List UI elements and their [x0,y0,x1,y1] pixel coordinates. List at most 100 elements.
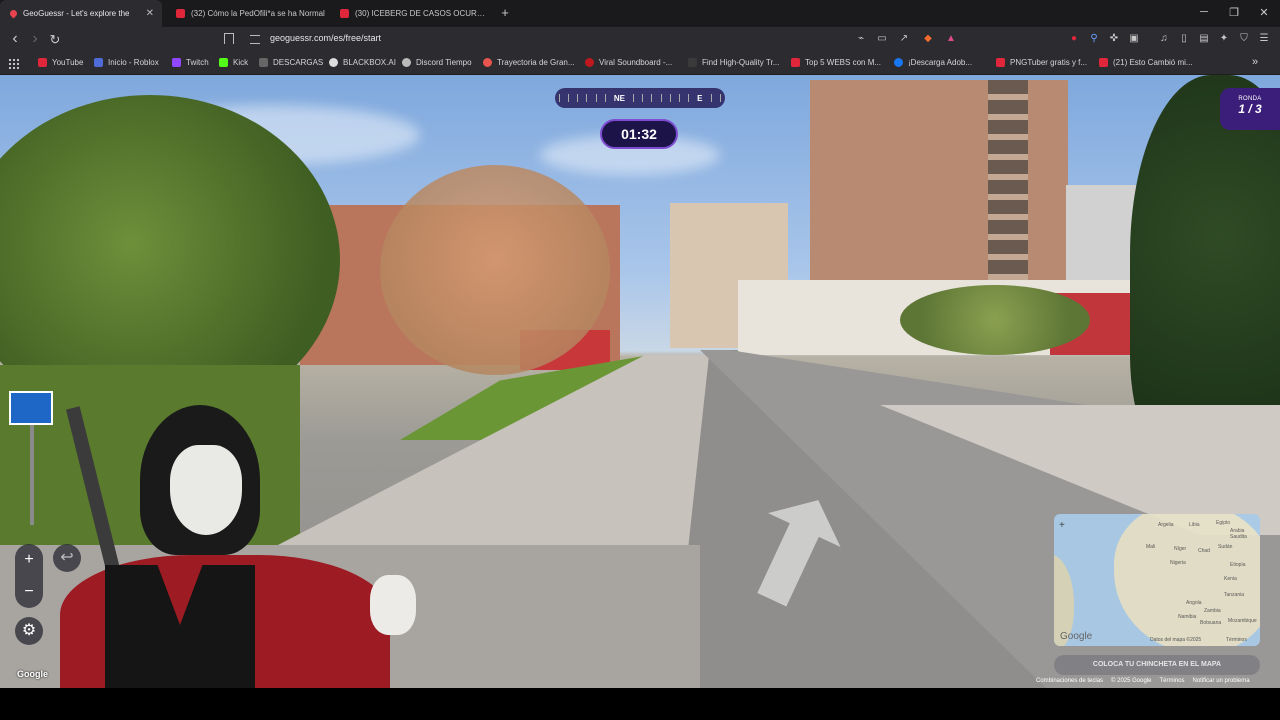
youtube-icon [1099,58,1108,67]
bookmark-kick[interactable]: Kick [219,58,248,67]
bookmark-roblox[interactable]: Inicio - Roblox [94,58,159,67]
map-label: Namibia [1178,614,1197,620]
terms-link[interactable]: Términos [1160,678,1185,684]
bookmark-esto-cambio[interactable]: (21) Esto Cambió mi... [1099,58,1193,67]
youtube-icon [38,58,47,67]
settings-button[interactable]: ⚙ [15,617,43,645]
zoom-out-button[interactable]: − [15,576,43,608]
zoom-controls: + − [15,544,43,608]
brave-shield-icon[interactable]: ◆ [922,33,934,45]
vpn-shield-icon[interactable]: ⛉ [1238,33,1250,45]
round-value: 1 / 3 [1238,102,1262,116]
bookmark-blackbox[interactable]: BLACKBOX.AI [329,58,396,67]
undo-move-button[interactable]: ↩ [53,544,81,572]
share-icon[interactable]: ↗ [898,33,910,45]
close-window-button[interactable]: ✕ [1257,6,1271,19]
youtube-icon [340,9,349,18]
menu-icon[interactable]: ☰ [1258,33,1270,45]
compass-tick [688,94,690,102]
compass-tick [678,94,680,102]
guess-minimap[interactable]: Argelia Libia Egipto Arabia Saudita Mali… [1054,514,1260,646]
bookmark-label: BLACKBOX.AI [343,58,396,67]
site-icon [688,58,697,67]
bookmark-adobe[interactable]: ¡Descarga Adob... [894,58,972,67]
map-label: Nigeria [1170,560,1186,566]
bookmark-label: Kick [233,58,249,67]
minimize-button[interactable]: ─ [1197,6,1211,18]
bookmark-soundboard[interactable]: Viral Soundboard -... [585,58,672,67]
geoguessr-pin-icon [8,8,19,19]
bookmark-discord[interactable]: Discord Tiempo [402,58,472,67]
bookmark-label: (21) Esto Cambió mi... [1113,58,1193,67]
kick-icon [219,58,228,67]
extensions-puzzle-icon[interactable]: ✜ [1108,33,1120,45]
compass-tick [568,94,570,102]
minimap-google-logo: Google [1060,631,1093,642]
reload-button[interactable]: ↻ [47,32,63,48]
bottom-black-bar [0,688,1280,720]
site-icon [483,58,492,67]
map-label: Zambia [1204,608,1221,614]
leo-ai-icon[interactable]: ✦ [1218,33,1230,45]
roblox-icon [94,58,103,67]
pedestrian-crossing-sign [9,391,53,425]
sign-pole [30,425,34,525]
youtube-icon [176,9,185,18]
streamer-avatar-overlay [60,405,416,688]
compass-tick [633,94,635,102]
map-label: Tanzania [1224,592,1245,598]
tab-geoguessr[interactable]: GeoGuessr - Let's explore the ✕ [0,0,162,27]
report-problem-link[interactable]: Notificar un problema [1193,678,1250,684]
translate-off-icon[interactable]: ⌁ [855,33,867,45]
bookmark-find-hq[interactable]: Find High-Quality Tr... [688,58,779,67]
restore-button[interactable]: ❐ [1227,6,1241,19]
bookmark-top5[interactable]: Top 5 WEBS con M... [791,58,881,67]
map-label: Chad [1198,548,1210,554]
bookmark-label: Viral Soundboard -... [599,58,673,67]
bookmark-descargas[interactable]: DESCARGAS [259,58,323,67]
cast-icon[interactable]: ▭ [876,33,888,45]
extension-red-icon[interactable]: ● [1068,33,1080,45]
tab-youtube-1[interactable]: (32) Cómo la PedOfili*a se ha Normal [166,0,326,27]
compass-bar: NE E [555,88,725,108]
bookmark-pngtuber[interactable]: PNGTuber gratis y f... [996,58,1087,67]
apps-grid-icon[interactable] [8,58,19,69]
tab-title: GeoGuessr - Let's explore the [23,9,130,18]
bookmark-label: YouTube [52,58,84,67]
zoom-in-button[interactable]: + [15,544,43,576]
compass-tick [651,94,653,102]
minimap-zoom-in-button[interactable]: + [1059,520,1065,531]
map-label: Angola [1186,600,1202,606]
folder-icon [259,58,268,67]
bookmark-icon[interactable] [224,33,234,44]
back-button[interactable]: ‹ [7,31,23,47]
forward-button[interactable]: › [27,31,43,47]
bookmark-label: DESCARGAS [273,58,324,67]
map-label: Arabia Saudita [1230,528,1247,540]
bookmark-label: Twitch [186,58,209,67]
bookmark-label: Discord Tiempo [416,58,472,67]
round-timer: 01:32 [600,119,678,149]
bookmark-trayectoria[interactable]: Trayectoria de Gran... [483,58,575,67]
bookmark-label: Find High-Quality Tr... [702,58,780,67]
bookmark-twitch[interactable]: Twitch [172,58,209,67]
tab-youtube-2[interactable]: (30) ICEBERG DE CASOS OCURRIDOS [330,0,490,27]
media-icon[interactable]: ♫ [1158,33,1170,45]
wallet-icon[interactable]: ▤ [1198,33,1210,45]
bookmarks-overflow-button[interactable]: » [1252,56,1258,68]
tab-close-icon[interactable]: ✕ [146,8,154,19]
address-bar[interactable]: geoguessr.com/es/free/start [270,33,381,43]
rewards-icon[interactable]: ▲ [945,33,957,45]
tab-groups-icon[interactable]: ▣ [1128,33,1140,45]
minimap-terms-link[interactable]: Términos [1226,637,1247,643]
keyboard-shortcuts-link[interactable]: Combinaciones de teclas [1036,678,1103,684]
site-settings-icon[interactable] [250,35,260,44]
place-pin-button[interactable]: COLOCA TU CHINCHETA EN EL MAPA [1054,655,1260,675]
sidebar-icon[interactable]: ▯ [1178,33,1190,45]
new-tab-button[interactable]: + [498,5,512,21]
bookmark-label: PNGTuber gratis y f... [1010,58,1088,67]
extension-blue-icon[interactable]: ⚲ [1088,33,1100,45]
compass-tick [660,94,662,102]
twitch-icon [172,58,181,67]
bookmark-youtube[interactable]: YouTube [38,58,83,67]
